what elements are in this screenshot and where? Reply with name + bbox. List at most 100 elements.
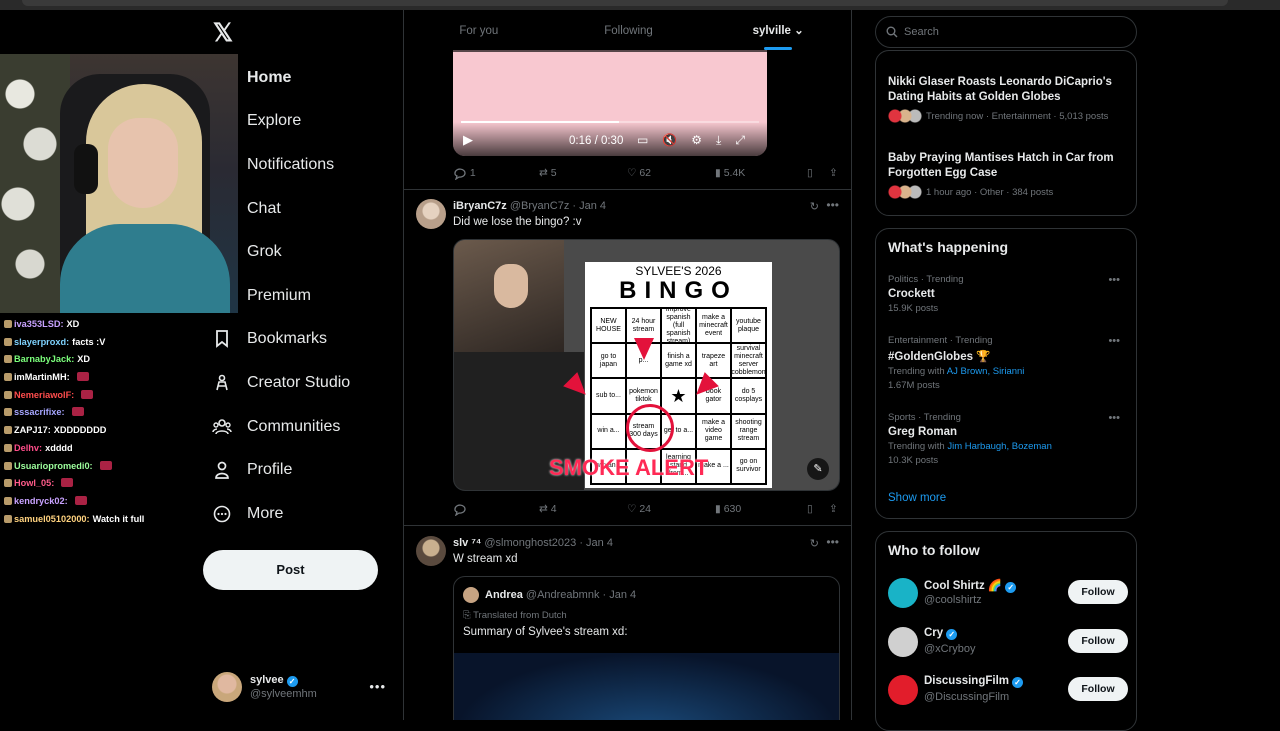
communities-icon [203, 418, 241, 436]
share-icon[interactable]: ⇪ [829, 167, 838, 179]
bingo-cell: NEW HOUSE [591, 308, 626, 344]
bingo-cell: improve spanish (full spanish stream) [661, 308, 696, 344]
grok-icon[interactable]: ↻ [810, 200, 819, 213]
browser-top-strip [0, 0, 1280, 10]
reply-button[interactable]: 1 [453, 167, 539, 180]
more-options-icon[interactable]: ••• [1108, 335, 1120, 347]
trend-posts: 10.3K posts [888, 455, 939, 466]
tab-following[interactable]: Following [554, 10, 704, 52]
follow-suggestion[interactable]: Cry ✓ @xCryboy Follow [888, 625, 1128, 665]
video-progress-fill [461, 121, 619, 123]
more-options-icon[interactable]: ••• [1108, 274, 1120, 286]
video-settings-icons[interactable]: ▭🔇⚙⤓⤢ [637, 133, 759, 148]
chat-badge-icon [4, 373, 12, 382]
reply-button[interactable] [453, 503, 539, 516]
account-switcher[interactable]: sylvee ✓ @sylveemhm ••• [212, 669, 392, 705]
bingo-cell: finish a game xd [661, 343, 696, 379]
account-name: sylvee [250, 674, 284, 686]
red-circle-highlight [626, 404, 674, 452]
trend-links[interactable]: AJ Brown, Sirianni [947, 366, 1025, 377]
tweet-author-name[interactable]: iBryanC7z [453, 200, 507, 212]
tab-list-sylville[interactable]: sylville ⌄ [703, 10, 851, 52]
avatar [212, 672, 242, 702]
views-button[interactable]: ▮ 630 [715, 503, 807, 515]
more-options-icon[interactable]: ••• [826, 535, 839, 549]
follow-button[interactable]: Follow [1068, 677, 1128, 701]
trend-item[interactable]: Sports · Trending Greg Roman Trending wi… [888, 412, 1128, 466]
tweet-actions: 1 ⇄ 5 ♡ 62 ▮ 5.4K ▯ ⇪ [453, 164, 843, 182]
tweet-actions: ⇄ 4 ♡ 24 ▮ 630 ▯ ⇪ [453, 500, 843, 518]
timeline-tabs: For you Following sylville ⌄ [404, 10, 851, 52]
quoted-tweet[interactable]: Andrea @Andreabmnk · Jan 4 ⎘ Translated f… [453, 576, 840, 720]
nav-explore[interactable]: Explore [203, 100, 393, 144]
repost-button[interactable]: ⇄ 5 [539, 167, 627, 179]
quote-image[interactable] [454, 653, 839, 720]
nav-chat[interactable]: Chat [203, 187, 393, 231]
tweet-text: W stream xd [453, 553, 518, 565]
nav-creator-studio[interactable]: Creator Studio [203, 361, 393, 405]
chat-badge-icon [4, 320, 12, 328]
overlay-text: SMOKE ALERT [549, 455, 709, 480]
reply-count: 1 [469, 167, 476, 179]
like-button[interactable]: ♡ 62 [627, 167, 715, 179]
account-menu-icon[interactable]: ••• [369, 679, 386, 694]
nav-premium[interactable]: Premium [203, 274, 393, 318]
x-logo-icon[interactable]: 𝕏 [210, 20, 236, 46]
nav-notifications-label: Notifications [247, 155, 335, 173]
divider [404, 525, 851, 526]
tab-for-you[interactable]: For you [404, 10, 554, 52]
follow-button[interactable]: Follow [1068, 580, 1128, 604]
more-options-icon[interactable]: ••• [1108, 412, 1120, 424]
follow-suggestion[interactable]: Cool Shirtz 🌈 ✓ @coolshirtz Follow [888, 576, 1128, 616]
trend-links[interactable]: Jim Harbaugh, Bozeman [947, 441, 1052, 452]
repost-button[interactable]: ⇄ 4 [539, 503, 627, 515]
avatar[interactable] [416, 199, 446, 229]
share-icon[interactable]: ⇪ [829, 503, 838, 515]
post-button[interactable]: Post [203, 550, 378, 590]
tweet-image[interactable]: SYLVEE'S 2026 BINGO NEW HOUSE 24 hour str… [453, 239, 840, 491]
bookmark-tweet-icon[interactable]: ▯ [807, 503, 829, 515]
nav-more[interactable]: More [203, 492, 393, 536]
show-more-link[interactable]: Show more [888, 492, 946, 504]
news-title: Nikki Glaser Roasts Leonardo DiCaprio's … [888, 76, 1112, 103]
avatar[interactable] [416, 536, 446, 566]
nav-home[interactable]: Home [203, 56, 393, 100]
views-button[interactable]: ▮ 5.4K [715, 167, 807, 179]
trend-item[interactable]: Entertainment · Trending #GoldenGlobes 🏆… [888, 335, 1128, 391]
repost-icon: ⇄ [539, 167, 548, 179]
video-player[interactable]: ▶ 0:16 / 0:30 ▭🔇⚙⤓⤢ [453, 50, 767, 156]
follow-suggestion[interactable]: DiscussingFilm ✓ @DiscussingFilm Follow [888, 673, 1128, 713]
nav-communities-label: Communities [247, 417, 341, 435]
who-to-follow-title: Who to follow [888, 542, 980, 558]
image-edit-icon[interactable]: ✎ [807, 458, 829, 480]
sidebar-nav: Home Explore Notifications Chat Grok Pre… [203, 56, 393, 536]
nav-communities[interactable]: Communities [203, 405, 393, 449]
trend-item[interactable]: Politics · Trending Crockett 15.9K posts… [888, 274, 1128, 314]
nav-profile[interactable]: Profile [203, 448, 393, 492]
more-options-icon[interactable]: ••• [826, 198, 839, 212]
video-progress-bar[interactable] [461, 121, 759, 123]
quote-author-handle: @Andreabmnk · Jan 4 [525, 589, 637, 601]
nav-grok[interactable]: Grok [203, 230, 393, 274]
bingo-cell: youtube plaque [731, 308, 766, 344]
grok-icon[interactable]: ↻ [810, 537, 819, 550]
news-item[interactable]: Baby Praying Mantises Hatch in Car from … [888, 151, 1128, 199]
nav-bookmarks[interactable]: Bookmarks [203, 318, 393, 362]
like-button[interactable]: ♡ 24 [627, 503, 715, 515]
search-input[interactable]: Search [875, 16, 1137, 48]
trend-name: Crockett [888, 288, 935, 300]
play-icon[interactable]: ▶ [463, 132, 473, 148]
tweet-author-name[interactable]: slv ⁷⁴ [453, 537, 481, 549]
trend-context: Politics · Trending [888, 274, 964, 285]
view-count: 5.4K [723, 167, 746, 179]
news-item[interactable]: Nikki Glaser Roasts Leonardo DiCaprio's … [888, 75, 1128, 123]
tweet-author-handle[interactable]: @BryanC7z · Jan 4 [510, 200, 606, 212]
trend-with: Trending with Jim Harbaugh, Bozeman [888, 441, 1128, 452]
nav-notifications[interactable]: Notifications [203, 143, 393, 187]
red-arrow [634, 338, 654, 360]
news-title: Baby Praying Mantises Hatch in Car from … [888, 152, 1114, 179]
bookmark-tweet-icon[interactable]: ▯ [807, 167, 829, 179]
tweet-author-handle[interactable]: @slmonghost2023 · Jan 4 [484, 537, 613, 549]
follow-button[interactable]: Follow [1068, 629, 1128, 653]
bingo-cell: make a video game [696, 413, 731, 449]
